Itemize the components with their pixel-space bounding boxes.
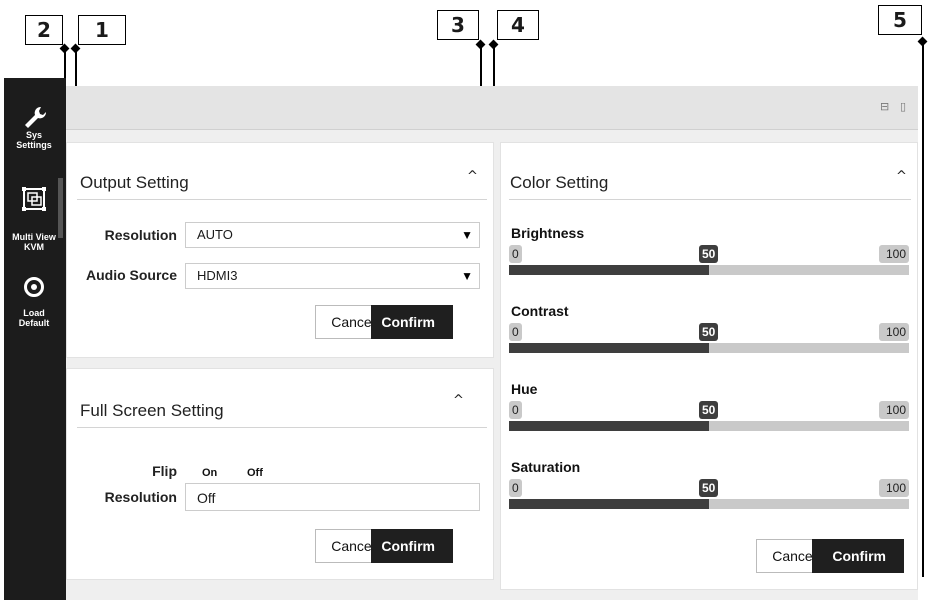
resolution-field[interactable]: Off <box>185 483 480 511</box>
output-button-group: Cancel Confirm <box>315 305 453 339</box>
slider-value-label: 50 <box>699 479 719 497</box>
flip-label: Flip <box>152 463 177 479</box>
callout-1: 1 <box>78 15 126 45</box>
color-button-group: Cancel Confirm <box>756 539 904 573</box>
callout-3: 3 <box>437 10 479 40</box>
confirm-button[interactable]: Confirm <box>812 539 904 573</box>
slider-min-label: 0 <box>509 401 522 419</box>
callout-5-leader <box>922 42 924 577</box>
audio-source-label: Audio Source <box>85 267 177 283</box>
slider-value-label: 50 <box>699 323 719 341</box>
minimize-icon[interactable]: ⊟ <box>880 100 892 113</box>
full-screen-setting-card: Full Screen Setting ^ Flip On Off Resolu… <box>66 368 494 580</box>
resolution-label: Resolution <box>104 489 177 505</box>
slider-fill <box>509 343 709 353</box>
sidebar-item-label: Sys Settings <box>16 130 52 150</box>
slider-label: Contrast <box>511 303 569 319</box>
collapse-chevron-icon[interactable]: ^ <box>453 393 464 408</box>
card-title: Color Setting <box>510 173 609 192</box>
callout-4: 4 <box>497 10 539 40</box>
divider <box>77 427 487 428</box>
color-setting-card: Color Setting ^ Brightness 0 50 100 Contrast… <box>500 142 918 590</box>
slider-min-label: 0 <box>509 479 522 497</box>
slider-label: Hue <box>511 381 538 397</box>
reset-icon <box>24 277 44 297</box>
slider-fill <box>509 421 709 431</box>
slider-min-label: 0 <box>509 323 522 341</box>
dropdown-arrow-icon: ▼ <box>461 228 473 242</box>
collapse-chevron-icon[interactable]: ^ <box>896 169 907 184</box>
audio-source-value: HDMI3 <box>197 268 238 283</box>
slider-label: Brightness <box>511 225 585 241</box>
card-title: Full Screen Setting <box>80 401 224 420</box>
multiview-icon <box>22 187 46 211</box>
sidebar-item-label: Load Default <box>18 308 50 328</box>
slider-max-label: 100 <box>879 479 909 497</box>
full-screen-button-group: Cancel Confirm <box>315 529 453 563</box>
slider-track[interactable] <box>509 421 909 431</box>
confirm-button[interactable]: Confirm <box>371 529 453 563</box>
flip-off-option[interactable]: Off <box>247 467 263 479</box>
slider-track[interactable] <box>509 343 909 353</box>
divider <box>77 199 487 200</box>
main-content: Output Setting ^ Resolution AUTO ▼ Audio… <box>66 130 918 600</box>
slider-max-label: 100 <box>879 323 909 341</box>
wrench-icon <box>25 106 47 128</box>
callout-2: 2 <box>25 15 63 45</box>
resolution-label: Resolution <box>104 227 177 243</box>
sidebar: Sys Settings Multi View KVM Load Default <box>4 78 66 600</box>
top-bar: ⊟ ▯ <box>66 86 918 130</box>
slider-fill <box>509 499 709 509</box>
resolution-value: AUTO <box>197 227 233 242</box>
slider-track[interactable] <box>509 499 909 509</box>
callout-5: 5 <box>878 5 922 35</box>
slider-value-label: 50 <box>699 245 719 263</box>
sidebar-item-load-default[interactable]: Load Default <box>4 276 64 328</box>
slider-min-label: 0 <box>509 245 522 263</box>
slider-fill <box>509 265 709 275</box>
resolution-value: Off <box>197 490 216 506</box>
flip-on-option[interactable]: On <box>202 467 217 479</box>
sidebar-item-multi-view-kvm[interactable]: Multi View KVM <box>4 186 64 252</box>
card-title: Output Setting <box>80 173 189 192</box>
resolution-select[interactable]: AUTO ▼ <box>185 222 480 248</box>
confirm-button[interactable]: Confirm <box>371 305 453 339</box>
output-setting-card: Output Setting ^ Resolution AUTO ▼ Audio… <box>66 142 494 358</box>
sidebar-item-sys-settings[interactable]: Sys Settings <box>4 104 64 150</box>
sidebar-item-label: Multi View KVM <box>12 232 56 252</box>
slider-value-label: 50 <box>699 401 719 419</box>
divider <box>509 199 911 200</box>
collapse-chevron-icon[interactable]: ^ <box>467 169 478 184</box>
audio-source-select[interactable]: HDMI3 ▼ <box>185 263 480 289</box>
slider-max-label: 100 <box>879 401 909 419</box>
slider-max-label: 100 <box>879 245 909 263</box>
dropdown-arrow-icon: ▼ <box>461 269 473 283</box>
slider-track[interactable] <box>509 265 909 275</box>
maximize-icon[interactable]: ▯ <box>900 100 912 113</box>
slider-label: Saturation <box>511 459 581 475</box>
